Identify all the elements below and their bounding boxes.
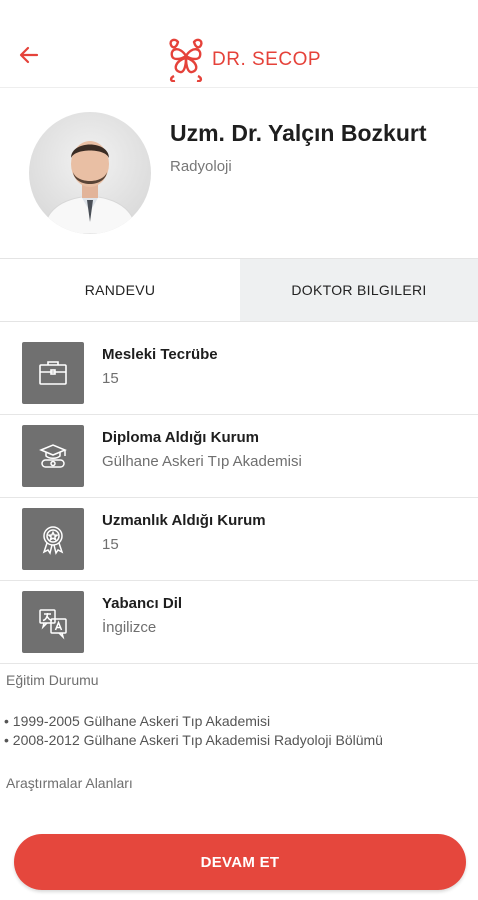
graduation-cap-icon <box>22 425 84 487</box>
award-badge-icon <box>22 508 84 570</box>
app-header: DR. SECOP <box>0 0 478 88</box>
education-item: • 2008-2012 Gülhane Askeri Tıp Akademisi… <box>4 732 383 748</box>
doctor-info-list: Mesleki Tecrübe 15 Diploma Aldığı Kurum … <box>0 332 478 664</box>
continue-button[interactable]: DEVAM ET <box>14 834 466 890</box>
info-title: Mesleki Tecrübe <box>102 346 218 363</box>
info-title: Uzmanlık Aldığı Kurum <box>102 512 266 529</box>
info-value: Gülhane Askeri Tıp Akademisi <box>102 453 302 470</box>
info-title: Diploma Aldığı Kurum <box>102 429 259 446</box>
arrow-left-icon <box>19 46 39 64</box>
education-heading: Eğitim Durumu <box>6 672 99 688</box>
info-value: 15 <box>102 536 119 553</box>
info-item-language: Yabancı Dil İngilizce <box>0 581 478 664</box>
briefcase-icon <box>22 342 84 404</box>
doctor-avatar <box>29 112 151 234</box>
translate-icon <box>22 591 84 653</box>
back-button[interactable] <box>14 40 44 70</box>
doctor-photo <box>42 141 138 234</box>
tab-doktor-bilgileri[interactable]: DOKTOR BILGILERI <box>240 259 478 321</box>
info-item-diploma: Diploma Aldığı Kurum Gülhane Askeri Tıp … <box>0 415 478 498</box>
app-logo: DR. SECOP <box>162 36 321 82</box>
tab-randevu[interactable]: RANDEVU <box>0 259 240 321</box>
info-value: İngilizce <box>102 619 157 636</box>
info-value: 15 <box>102 370 119 387</box>
info-title: Yabancı Dil <box>102 595 183 612</box>
info-item-experience: Mesleki Tecrübe 15 <box>0 332 478 415</box>
education-list: • 1999-2005 Gülhane Askeri Tıp Akademisi… <box>4 712 383 750</box>
education-item: • 1999-2005 Gülhane Askeri Tıp Akademisi <box>4 713 271 729</box>
doctor-profile: Uzm. Dr. Yalçın Bozkurt Radyoloji <box>0 88 478 258</box>
info-item-specialization: Uzmanlık Aldığı Kurum 15 <box>0 498 478 581</box>
doctor-name: Uzm. Dr. Yalçın Bozkurt <box>170 120 427 146</box>
logo-text: DR. SECOP <box>212 49 322 70</box>
heart-clover-logo-icon <box>169 38 203 82</box>
doctor-department: Radyoloji <box>170 158 232 175</box>
research-heading: Araştırmalar Alanları <box>6 775 133 791</box>
tab-bar: RANDEVU DOKTOR BILGILERI <box>0 258 478 322</box>
